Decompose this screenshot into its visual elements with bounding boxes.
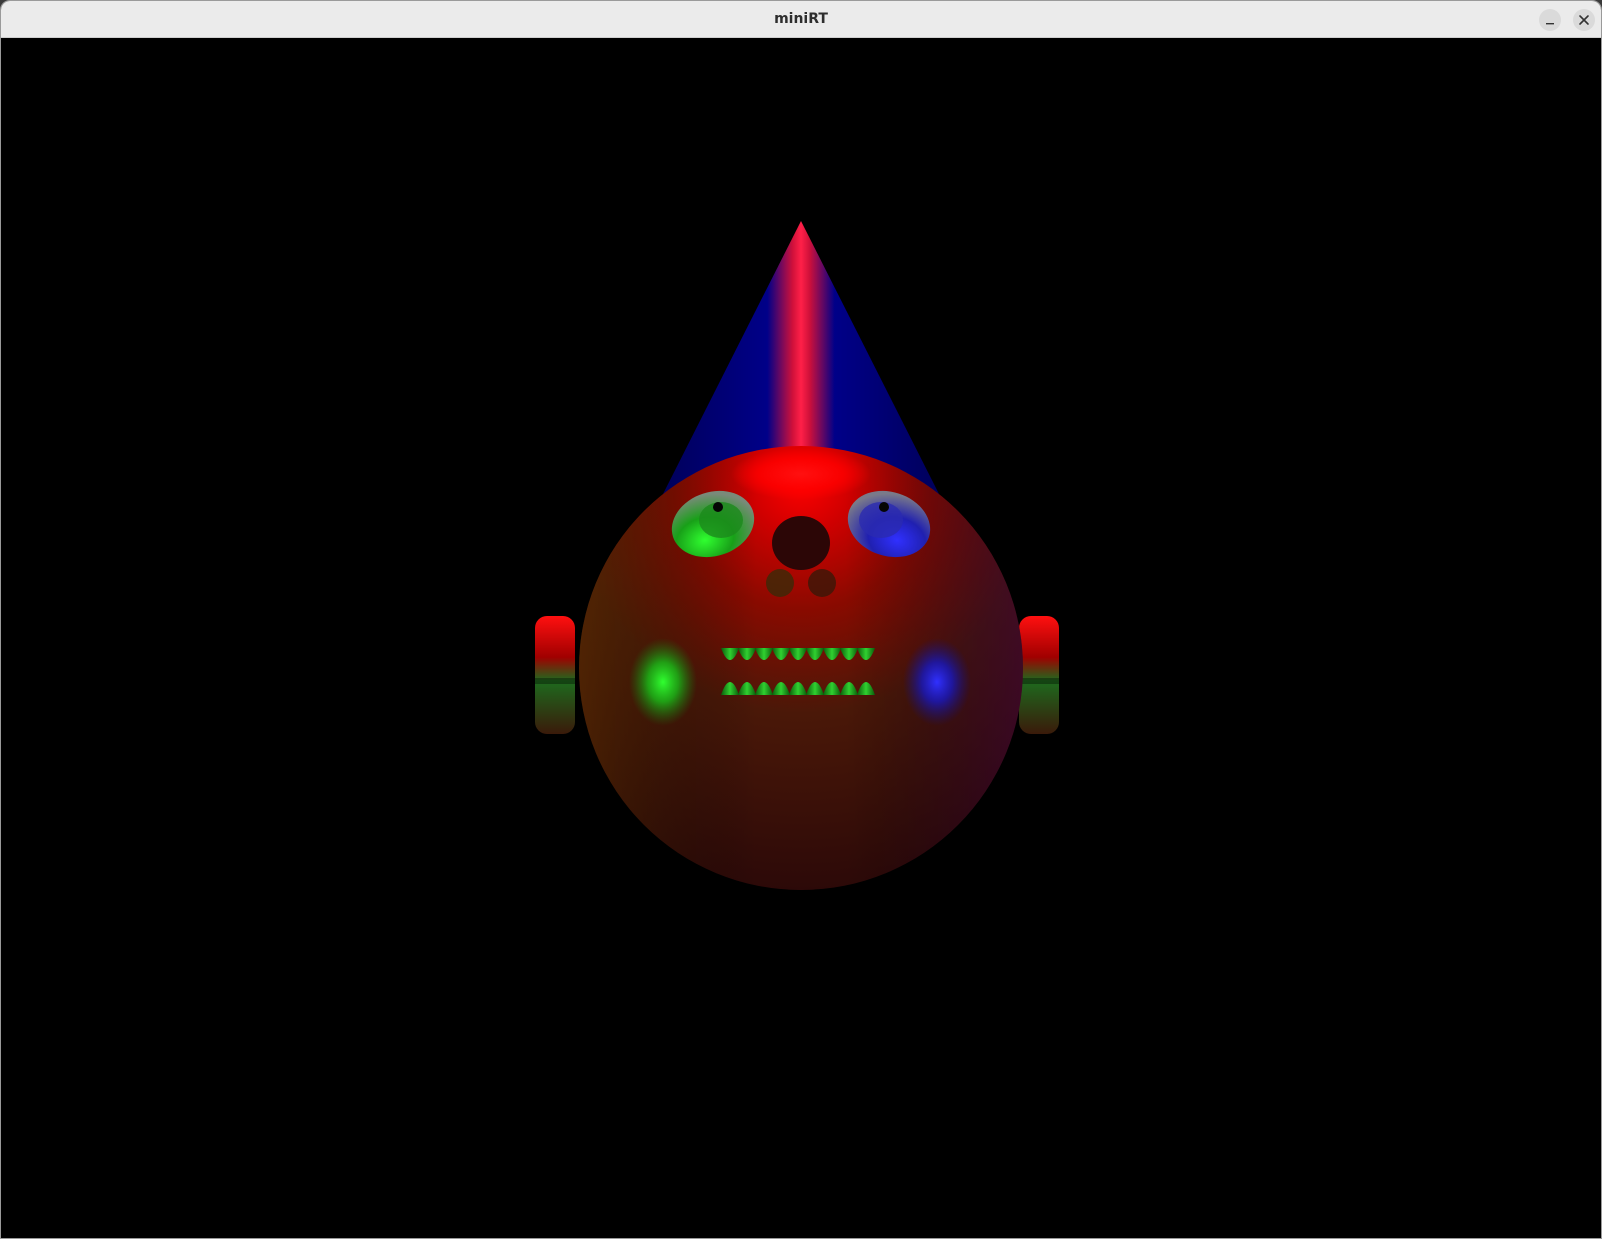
right-ear: [1019, 616, 1059, 734]
rendered-scene: [535, 221, 1059, 890]
minimize-button[interactable]: [1539, 9, 1561, 31]
app-window: miniRT: [0, 0, 1602, 1239]
window-title: miniRT: [774, 11, 828, 27]
minimize-icon: [1546, 23, 1554, 25]
title-bar[interactable]: miniRT: [1, 1, 1601, 38]
close-icon: [1579, 15, 1589, 25]
close-button[interactable]: [1573, 9, 1595, 31]
render-viewport[interactable]: [1, 38, 1601, 1238]
upper-teeth: [721, 648, 875, 660]
lower-teeth: [721, 682, 875, 695]
left-cheek-light: [629, 638, 697, 726]
right-cheek-light: [903, 638, 971, 726]
left-ear: [535, 616, 575, 734]
